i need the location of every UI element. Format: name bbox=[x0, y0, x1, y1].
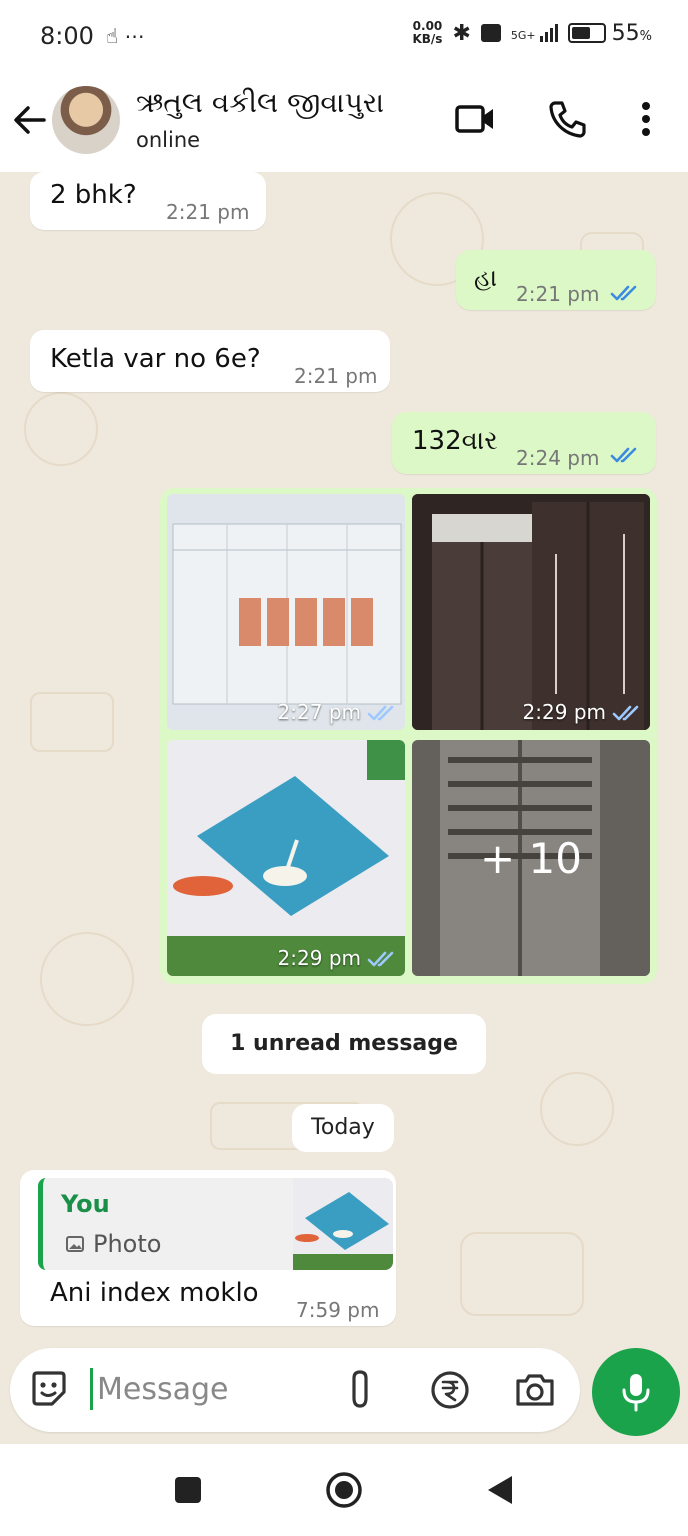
netspeed-indicator: 0.00 KB/s bbox=[412, 19, 443, 46]
read-ticks-icon bbox=[610, 285, 637, 301]
microphone-icon bbox=[622, 1374, 650, 1412]
quote-type: Photo bbox=[65, 1230, 161, 1258]
wallpaper-doodle bbox=[24, 392, 98, 466]
signal-icon: 5G+ bbox=[511, 24, 558, 42]
more-photos-count: + 10 bbox=[412, 740, 650, 976]
chat-area[interactable]: 2 bhk? 2:21 pm હા 2:21 pm Ketla var no 6… bbox=[0, 172, 688, 1444]
message-incoming[interactable]: 2 bhk? 2:21 pm bbox=[30, 172, 266, 230]
read-ticks-icon bbox=[367, 951, 394, 967]
message-time: 2:21 pm bbox=[294, 364, 378, 388]
bluetooth-icon: ✱ bbox=[452, 20, 471, 46]
ceiling-fan-photo bbox=[167, 740, 405, 976]
battery-indicator: 55% bbox=[567, 20, 652, 46]
video-call-icon[interactable] bbox=[454, 98, 496, 140]
image-icon bbox=[66, 1236, 84, 1252]
camera-icon[interactable] bbox=[514, 1368, 556, 1412]
status-right-icons: 0.00 KB/s ✱ 5G+ 55% bbox=[412, 20, 652, 46]
payment-rupee-icon[interactable] bbox=[430, 1368, 470, 1412]
date-divider: Today bbox=[292, 1104, 394, 1152]
back-arrow-icon[interactable] bbox=[12, 102, 48, 138]
read-ticks-icon bbox=[612, 705, 639, 721]
message-text: 132વાર bbox=[412, 426, 498, 456]
battery-percent: 55% bbox=[611, 20, 652, 46]
chat-header: ઋતુલ વકીલ જીવાપુરા online bbox=[0, 76, 688, 172]
photo-thumbnail[interactable]: 2:29 pm bbox=[167, 740, 405, 976]
wallpaper-doodle bbox=[40, 932, 134, 1026]
message-time: 2:21 pm bbox=[516, 282, 600, 306]
message-composer bbox=[10, 1348, 580, 1432]
status-left-icons: ☝ ⋯ bbox=[106, 24, 145, 48]
volte-icon bbox=[480, 24, 501, 42]
photo-thumbnail[interactable]: 2:29 pm bbox=[412, 494, 650, 730]
more-options-icon[interactable] bbox=[636, 98, 656, 140]
message-incoming[interactable]: Ketla var no 6e? 2:21 pm bbox=[30, 330, 390, 392]
contact-status: online bbox=[136, 128, 201, 152]
wallpaper-doodle bbox=[540, 1072, 614, 1146]
message-outgoing[interactable]: હા 2:21 pm bbox=[456, 250, 656, 310]
message-input[interactable] bbox=[90, 1368, 299, 1410]
message-time: 7:59 pm bbox=[296, 1298, 380, 1322]
read-ticks-icon bbox=[367, 705, 394, 721]
contact-avatar[interactable] bbox=[52, 86, 120, 154]
photo-album-message[interactable]: 2:27 pm 2:29 pm 2:29 pm + 10 bbox=[160, 488, 657, 984]
unread-messages-banner: 1 unread message bbox=[202, 1014, 486, 1074]
photo-time: 2:29 pm bbox=[522, 700, 606, 724]
attach-icon[interactable] bbox=[346, 1368, 376, 1412]
quote-thumbnail bbox=[293, 1178, 393, 1270]
photo-time: 2:27 pm bbox=[277, 700, 361, 724]
contact-name[interactable]: ઋતુલ વકીલ જીવાપુરા bbox=[136, 86, 384, 120]
home-icon[interactable] bbox=[324, 1470, 364, 1510]
wardrobe-photo bbox=[412, 494, 650, 730]
battery-icon bbox=[567, 23, 606, 43]
photo-time: 2:29 pm bbox=[277, 946, 361, 970]
quoted-message[interactable]: You Photo bbox=[38, 1178, 393, 1270]
quote-author: You bbox=[61, 1190, 110, 1218]
photo-thumbnail[interactable]: 2:27 pm bbox=[167, 494, 405, 730]
message-text: 2 bhk? bbox=[50, 180, 137, 210]
read-ticks-icon bbox=[610, 447, 637, 463]
status-bar: 8:00 ☝ ⋯ 0.00 KB/s ✱ 5G+ 55% bbox=[0, 0, 688, 76]
system-navigation-bar bbox=[0, 1444, 688, 1536]
message-time: 2:24 pm bbox=[516, 446, 600, 470]
message-text: Ani index moklo bbox=[50, 1278, 259, 1308]
voice-record-button[interactable] bbox=[592, 1348, 680, 1436]
wallpaper-doodle bbox=[30, 692, 114, 752]
voice-call-icon[interactable] bbox=[546, 98, 588, 140]
message-outgoing[interactable]: 132વાર 2:24 pm bbox=[392, 412, 656, 474]
message-text: હા bbox=[474, 264, 497, 292]
recents-icon[interactable] bbox=[172, 1474, 204, 1506]
wallpaper-doodle bbox=[460, 1232, 584, 1316]
touch-icon: ☝ bbox=[106, 24, 119, 48]
document-photo bbox=[167, 494, 405, 730]
sticker-icon[interactable] bbox=[28, 1368, 70, 1410]
message-text: Ketla var no 6e? bbox=[50, 344, 261, 374]
message-time: 2:21 pm bbox=[166, 200, 250, 224]
photo-thumbnail-more[interactable]: + 10 bbox=[412, 740, 650, 976]
back-nav-icon[interactable] bbox=[484, 1474, 516, 1506]
more-notifications-icon: ⋯ bbox=[124, 24, 145, 48]
status-time: 8:00 bbox=[40, 22, 94, 50]
